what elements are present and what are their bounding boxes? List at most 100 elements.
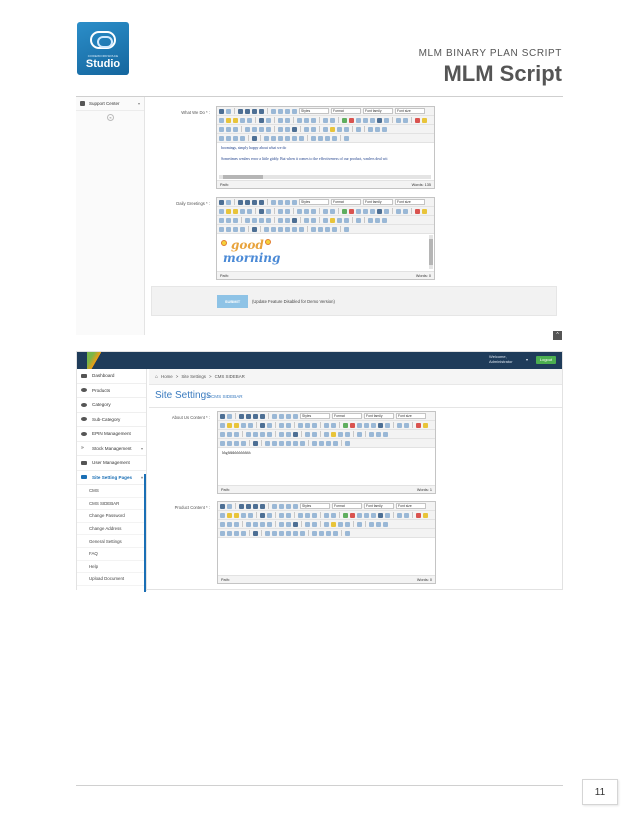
print-icon[interactable] xyxy=(357,431,362,437)
superscript-icon[interactable] xyxy=(311,126,316,132)
restoredraft-icon[interactable] xyxy=(345,530,350,536)
bullet-list-icon[interactable] xyxy=(279,512,284,518)
code-icon[interactable] xyxy=(384,117,389,123)
attribs-icon[interactable] xyxy=(299,226,304,232)
template-icon[interactable] xyxy=(326,440,331,446)
submenu-item-cms-sidebar[interactable]: CMS SIDEBAR xyxy=(77,498,146,511)
table-icon[interactable] xyxy=(220,431,225,437)
paste-text-icon[interactable] xyxy=(241,512,246,518)
help-icon[interactable] xyxy=(377,117,382,123)
breadcrumb-site-settings[interactable]: Site Settings xyxy=(181,374,206,379)
rtl-icon[interactable] xyxy=(375,217,380,223)
insert-time-icon[interactable] xyxy=(404,512,409,518)
underline-icon[interactable] xyxy=(253,413,258,419)
find-icon[interactable] xyxy=(260,512,265,518)
remove-format-icon[interactable] xyxy=(285,126,290,132)
number-list-icon[interactable] xyxy=(286,512,291,518)
absolute-icon[interactable] xyxy=(241,440,246,446)
save-icon[interactable] xyxy=(220,503,225,509)
acronym-icon[interactable] xyxy=(278,226,283,232)
submenu-item-upload-document[interactable]: Upload Document xyxy=(77,573,146,586)
unlink-icon[interactable] xyxy=(349,208,354,214)
align-center-icon[interactable] xyxy=(279,413,284,419)
unlink-icon[interactable] xyxy=(350,512,355,518)
visual-aid-icon[interactable] xyxy=(293,431,298,437)
number-list-icon[interactable] xyxy=(286,422,291,428)
template-icon[interactable] xyxy=(326,530,331,536)
new-doc-icon[interactable] xyxy=(226,199,231,205)
acronym-icon[interactable] xyxy=(279,440,284,446)
underline-icon[interactable] xyxy=(252,199,257,205)
redo-icon[interactable] xyxy=(330,208,335,214)
paste-text-icon[interactable] xyxy=(240,208,245,214)
insert-time-icon[interactable] xyxy=(404,422,409,428)
quote-icon[interactable] xyxy=(311,117,316,123)
strikethrough-icon[interactable] xyxy=(259,199,264,205)
visual-aid-icon[interactable] xyxy=(292,126,297,132)
subscript-icon[interactable] xyxy=(305,431,310,437)
insert-row-icon[interactable] xyxy=(245,126,250,132)
unlink-icon[interactable] xyxy=(350,422,355,428)
submenu-item-change-address[interactable]: Change Address xyxy=(77,523,146,536)
abbr-icon[interactable] xyxy=(272,530,277,536)
template-icon[interactable] xyxy=(325,226,330,232)
subscript-icon[interactable] xyxy=(304,217,309,223)
indent-icon[interactable] xyxy=(305,422,310,428)
cut-icon[interactable] xyxy=(219,117,224,123)
ins-icon[interactable] xyxy=(293,530,298,536)
superscript-icon[interactable] xyxy=(312,431,317,437)
insert-col-icon[interactable] xyxy=(260,431,265,437)
charmap-icon[interactable] xyxy=(323,217,328,223)
quote-icon[interactable] xyxy=(312,512,317,518)
vertical-scrollbar[interactable] xyxy=(429,235,433,269)
insert-col-icon[interactable] xyxy=(260,521,265,527)
what-we-do-content[interactable]: boomings, simply happy about what we do … xyxy=(217,143,434,180)
product-content-editor[interactable]: Styles Format Font family Font size Path… xyxy=(217,501,436,584)
nonbreaking-icon[interactable] xyxy=(319,530,324,536)
sidebar-item-user-management[interactable]: User Management xyxy=(77,456,146,471)
paste-icon[interactable] xyxy=(233,117,238,123)
code-icon[interactable] xyxy=(384,208,389,214)
paste-word-icon[interactable] xyxy=(248,422,253,428)
delete-col-icon[interactable] xyxy=(267,521,272,527)
sidebar-item-dashboard[interactable]: Dashboard xyxy=(77,369,146,384)
breadcrumb-home[interactable]: Home xyxy=(161,374,173,379)
daily-greetings-content[interactable]: good morning xyxy=(217,234,434,271)
media-icon[interactable] xyxy=(338,431,343,437)
justify-icon[interactable] xyxy=(293,413,298,419)
rtl-icon[interactable] xyxy=(375,126,380,132)
superscript-icon[interactable] xyxy=(312,521,317,527)
outdent-icon[interactable] xyxy=(297,117,302,123)
remove-format-icon[interactable] xyxy=(285,217,290,223)
italic-icon[interactable] xyxy=(246,413,251,419)
number-list-icon[interactable] xyxy=(285,208,290,214)
format-select[interactable]: Format xyxy=(331,199,361,205)
restoredraft-icon[interactable] xyxy=(344,226,349,232)
align-center-icon[interactable] xyxy=(279,503,284,509)
nonbreaking-icon[interactable] xyxy=(319,440,324,446)
replace-icon[interactable] xyxy=(266,208,271,214)
media-icon[interactable] xyxy=(337,217,342,223)
font-family-select[interactable]: Font family xyxy=(364,503,394,509)
attribs-icon[interactable] xyxy=(300,530,305,536)
logout-button[interactable]: Logout xyxy=(536,356,556,364)
image-icon[interactable] xyxy=(363,117,368,123)
subscript-icon[interactable] xyxy=(305,521,310,527)
insert-date-icon[interactable] xyxy=(397,512,402,518)
sidebar-item-support-center[interactable]: Support Center ▾ xyxy=(76,97,144,111)
attribs-icon[interactable] xyxy=(299,135,304,141)
font-size-select[interactable]: Font size xyxy=(395,108,425,114)
sidebar-item-category[interactable]: Category xyxy=(77,398,146,413)
outdent-icon[interactable] xyxy=(298,512,303,518)
cell-props-icon[interactable] xyxy=(233,217,238,223)
fullscreen-icon[interactable] xyxy=(382,217,387,223)
subscript-icon[interactable] xyxy=(304,126,309,132)
help-icon[interactable] xyxy=(378,422,383,428)
save-icon[interactable] xyxy=(219,108,224,114)
visualchars-icon[interactable] xyxy=(311,135,316,141)
about-us-editor[interactable]: Styles Format Font family Font size hhgh… xyxy=(217,411,436,494)
advhr-icon[interactable] xyxy=(344,217,349,223)
undo-icon[interactable] xyxy=(324,512,329,518)
visualchars-icon[interactable] xyxy=(311,226,316,232)
link-icon[interactable] xyxy=(343,512,348,518)
